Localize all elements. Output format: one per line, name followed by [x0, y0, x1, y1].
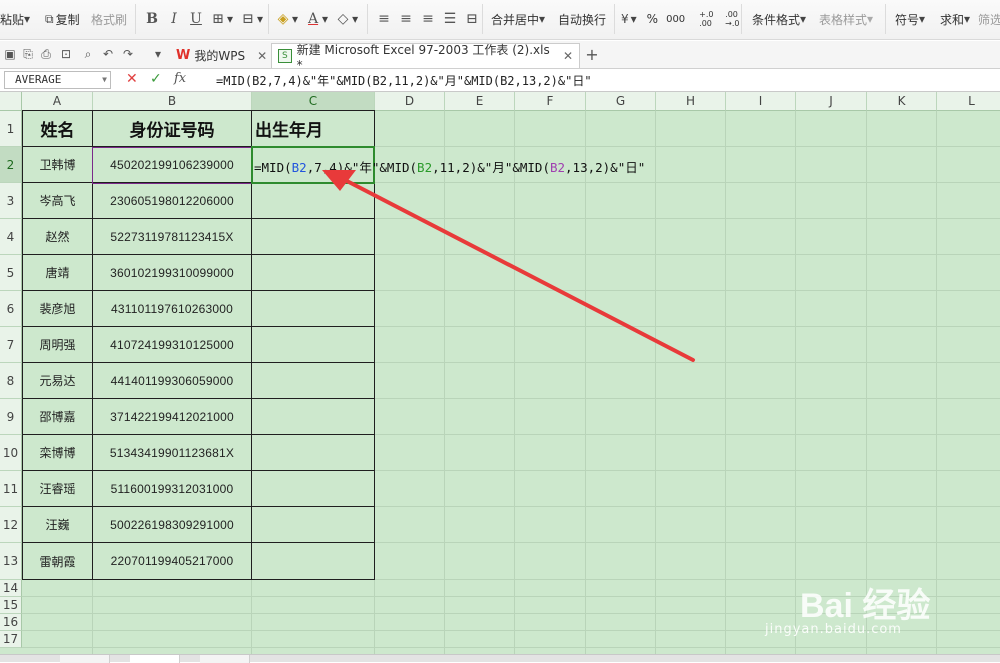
close-icon[interactable]: ✕	[563, 49, 573, 63]
symbol-label: 符号	[895, 12, 920, 27]
fill-color-icon[interactable]: ◈	[274, 10, 292, 28]
symbol-button[interactable]: 符号 ▾	[895, 9, 927, 29]
merge-center-button[interactable]: 合并居中 ▾	[491, 9, 547, 29]
divider	[741, 4, 742, 34]
table-style-button[interactable]: 表格样式 ▾	[819, 9, 875, 29]
undo-icon[interactable]: ↶	[100, 46, 116, 62]
formula-input[interactable]: =MID(B2,7,4)&"年"&MID(B2,11,2)&"月"&MID(B2…	[216, 72, 592, 89]
divider	[614, 4, 615, 34]
sum-label: 求和	[940, 12, 965, 27]
align-right-icon[interactable]: ≡	[419, 10, 437, 28]
tab-my-wps[interactable]: W 我的WPS ✕	[170, 43, 273, 68]
filter-button[interactable]: 筛选	[978, 9, 1000, 29]
formula-bar: AVERAGE ▼ ✕ ✓ fx =MID(B2,7,4)&"年"&MID(B2…	[0, 69, 1000, 92]
increase-decimal-button[interactable]: +.0 .00	[699, 10, 715, 28]
close-icon[interactable]: ✕	[257, 49, 267, 63]
chevron-down-icon[interactable]: ▾	[352, 12, 358, 26]
color-group: ◈ ▾ A ▾ ◇ ▾	[274, 9, 360, 29]
underline-button[interactable]: U	[187, 10, 205, 28]
enter-button[interactable]: ✓	[150, 71, 162, 87]
arrow-shaft	[343, 178, 695, 362]
format-painter-button[interactable]: 格式刷	[91, 9, 127, 29]
chevron-down-icon[interactable]: ▾	[292, 12, 298, 26]
italic-button[interactable]: I	[165, 10, 183, 28]
cancel-button[interactable]: ✕	[126, 71, 138, 87]
sum-button[interactable]: 求和 ▾	[940, 9, 972, 29]
save-icon[interactable]: ▣	[2, 46, 18, 62]
chevron-down-icon[interactable]: ▾	[257, 12, 263, 26]
divider	[482, 4, 483, 34]
tab-label: 我的WPS	[194, 49, 246, 63]
chevron-down-icon: ▾	[539, 12, 546, 26]
percent-button[interactable]: %	[647, 12, 658, 26]
paste-label: 粘贴	[0, 12, 25, 27]
chevron-down-icon[interactable]: ▾	[227, 12, 233, 26]
borders-icon[interactable]: ⊞	[209, 10, 227, 28]
baidu-watermark: Bai 经验	[800, 587, 931, 625]
chevron-down-icon: ▾	[24, 12, 31, 26]
divider	[885, 4, 886, 34]
wrap-text-label: 自动换行	[558, 12, 607, 27]
export-pdf-icon[interactable]: ⎘	[20, 46, 36, 62]
new-tab-button[interactable]: +	[584, 45, 600, 64]
divider	[268, 4, 269, 34]
print-preview-icon[interactable]: ⊡	[58, 46, 74, 62]
arrow-head	[322, 170, 356, 191]
cell-border-icon[interactable]: ⊟	[239, 10, 257, 28]
chevron-down-icon[interactable]: ▼	[102, 72, 107, 88]
redo-icon[interactable]: ↷	[120, 46, 136, 62]
customize-dropdown-icon[interactable]: ▾	[150, 46, 166, 62]
chevron-down-icon: ▾	[919, 12, 926, 26]
font-color-icon[interactable]: A	[304, 10, 322, 28]
annotation-arrow	[322, 170, 695, 362]
divider	[367, 4, 368, 34]
align-left-icon[interactable]: ≡	[375, 10, 393, 28]
chevron-down-icon: ▾	[964, 12, 971, 26]
copy-label: 复制	[55, 12, 80, 27]
chevron-down-icon: ▾	[800, 12, 807, 26]
justify-icon[interactable]: ☰	[441, 10, 459, 28]
decrease-decimal-button[interactable]: .00 →.0	[725, 10, 741, 28]
filter-label: 筛选	[978, 12, 1000, 27]
chevron-down-icon: ▾	[867, 12, 874, 26]
distributed-icon[interactable]: ⊟	[463, 10, 481, 28]
tab-label: 新建 Microsoft Excel 97-2003 工作表 (2).xls *	[296, 42, 550, 72]
copy-icon: ⧉	[45, 11, 54, 26]
quick-access-bar: ▣ ⎘ ⎙ ⊡ ⌕ ↶ ↷ ▾ W 我的WPS ✕ S 新建 Microsoft…	[0, 41, 1000, 72]
name-box[interactable]: AVERAGE ▼	[4, 71, 111, 89]
spreadsheet-grid[interactable]: A B C D E F G H I J K L 1 2 3 4 5 6 7 8 …	[0, 92, 1000, 654]
clear-format-icon[interactable]: ◇	[334, 10, 352, 28]
sheet-tabs-bar	[0, 654, 1000, 663]
insert-function-button[interactable]: fx	[174, 71, 186, 86]
ribbon-toolbar: 粘贴 ▾ ⧉ 复制 格式刷 B I U ⊞ ▾ ⊟ ▾ ◈ ▾ A ▾ ◇ ▾ ≡ …	[0, 0, 1000, 40]
wps-logo-icon: W	[176, 48, 191, 63]
chevron-down-icon[interactable]: ▾	[322, 12, 328, 26]
conditional-format-button[interactable]: 条件格式 ▾	[752, 9, 808, 29]
paste-button[interactable]: 粘贴 ▾	[0, 9, 32, 29]
merge-center-label: 合并居中	[491, 12, 540, 27]
align-group: ≡ ≡ ≡ ☰ ⊟	[375, 9, 481, 29]
table-style-label: 表格样式	[819, 12, 868, 27]
align-center-icon[interactable]: ≡	[397, 10, 415, 28]
divider	[135, 4, 136, 34]
font-style-group: B I U ⊞ ▾ ⊟ ▾	[143, 9, 265, 29]
chevron-down-icon[interactable]: ▾	[631, 12, 637, 26]
spell-check-icon[interactable]: ⌕	[80, 46, 96, 62]
print-icon[interactable]: ⎙	[38, 46, 54, 62]
currency-icon[interactable]: ¥	[621, 12, 629, 26]
format-painter-label: 格式刷	[91, 12, 128, 27]
wrap-text-button[interactable]: 自动换行	[558, 9, 606, 29]
baidu-watermark-url: jingyan.baidu.com	[765, 622, 902, 637]
tab-document[interactable]: S 新建 Microsoft Excel 97-2003 工作表 (2).xls…	[271, 43, 580, 72]
bold-button[interactable]: B	[143, 10, 161, 28]
number-format-group: ¥ ▾ % 000 +.0 .00 .00 →.0	[621, 9, 741, 29]
spreadsheet-icon: S	[278, 49, 292, 63]
copy-button[interactable]: ⧉ 复制	[45, 9, 80, 29]
conditional-format-label: 条件格式	[752, 12, 801, 27]
name-box-value: AVERAGE	[15, 73, 62, 86]
thousands-button[interactable]: 000	[666, 14, 685, 25]
